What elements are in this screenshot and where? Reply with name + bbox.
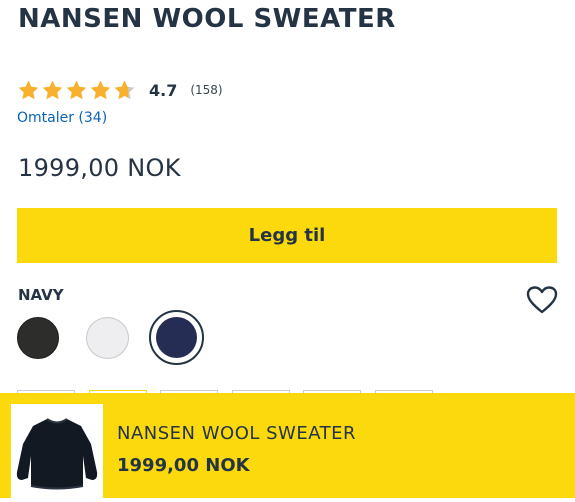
product-title: NANSEN WOOL SWEATER (18, 4, 396, 34)
rating-value: 4.7 (149, 80, 178, 100)
sticky-product-bar: NANSEN WOOL SWEATER 1999,00 NOK (0, 393, 575, 498)
add-to-cart-button[interactable]: Legg til (17, 208, 557, 263)
reviews-link[interactable]: Omtaler (34) (17, 110, 107, 126)
product-price: 1999,00 NOK (18, 154, 181, 182)
favorite-button[interactable] (526, 285, 558, 315)
star-icon (90, 79, 111, 99)
selected-color-label: NAVY (18, 286, 64, 304)
star-half-icon (114, 79, 135, 99)
rating-stars (17, 79, 136, 102)
sticky-product-price: 1999,00 NOK (117, 455, 250, 476)
color-swatch-navy-fill (156, 317, 197, 358)
star-icon (42, 79, 63, 99)
color-swatch-grey[interactable] (86, 317, 129, 359)
product-thumbnail (11, 404, 103, 498)
star-icon (18, 79, 39, 99)
rating-count: (158) (190, 83, 223, 97)
color-swatch-black[interactable] (17, 317, 59, 359)
star-icon (66, 79, 87, 99)
sweater-image (16, 418, 98, 490)
heart-icon (526, 286, 558, 314)
sticky-product-name: NANSEN WOOL SWEATER (117, 423, 356, 444)
product-rating: 4.7 (158) (17, 76, 223, 104)
color-swatch-navy[interactable] (149, 310, 204, 365)
